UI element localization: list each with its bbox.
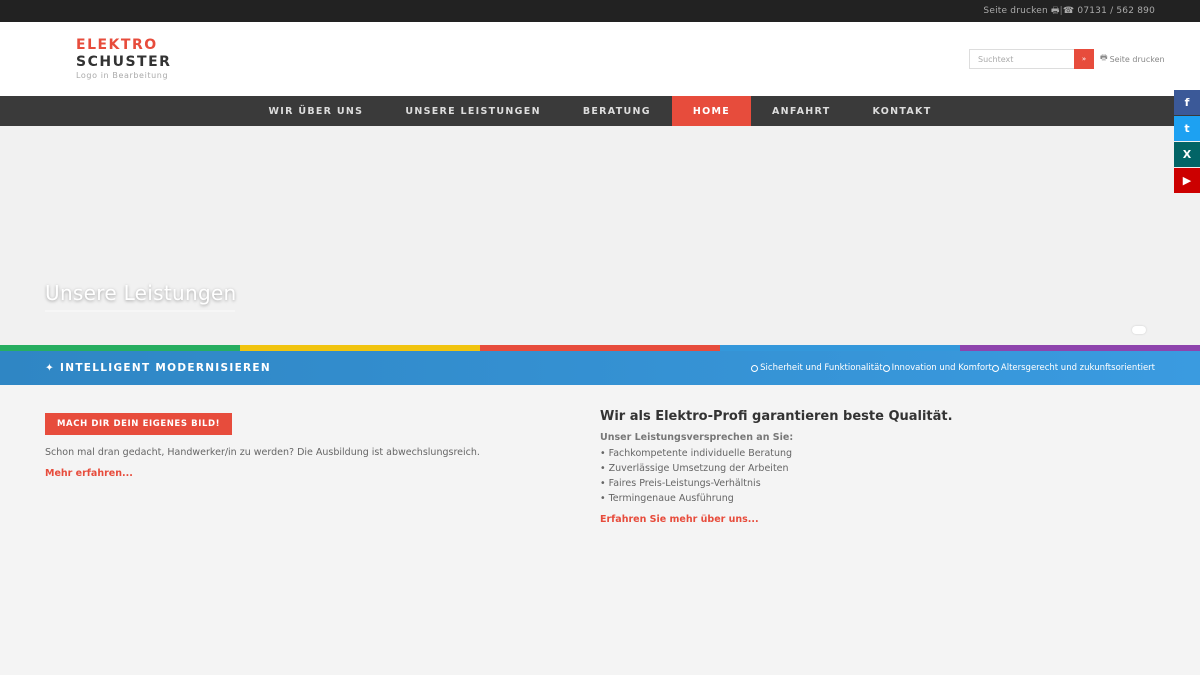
feature-list: Sicherheit und Funktionalität Innovation… bbox=[751, 363, 1155, 373]
feature-bar-title: ✦ INTELLIGENT MODERNISIEREN bbox=[45, 362, 271, 374]
promise-list: • Fachkompetente individuelle Beratung •… bbox=[600, 446, 1160, 506]
top-print-link[interactable]: Seite drucken bbox=[983, 6, 1047, 16]
social-sidebar: f t X ▶ bbox=[1174, 90, 1200, 194]
nav-unsere-leistungen[interactable]: UNSERE LEISTUNGEN bbox=[384, 96, 562, 126]
header-print-link[interactable]: 🖶 Seite drucken bbox=[1100, 52, 1165, 66]
apprenticeship-text: Schon mal dran gedacht, Handwerker/in zu… bbox=[45, 447, 480, 458]
feature-label: Innovation und Komfort bbox=[891, 363, 992, 373]
quality-section: Wir als Elektro-Profi garantieren beste … bbox=[600, 409, 1160, 525]
top-bar: Seite drucken 🖶|☎ 07131 / 562 890 bbox=[0, 0, 1200, 22]
circle-icon bbox=[882, 364, 890, 372]
apprenticeship-section: MACH DIR DEIN EIGENES BILD! Schon mal dr… bbox=[45, 411, 545, 479]
nav-beratung[interactable]: BERATUNG bbox=[562, 96, 672, 126]
printer-icon: 🖶 bbox=[1050, 6, 1060, 16]
top-contact: Seite drucken 🖶|☎ 07131 / 562 890 bbox=[983, 3, 1155, 19]
printer-icon: 🖶 bbox=[1100, 53, 1108, 62]
nav-home[interactable]: HOME bbox=[671, 96, 752, 126]
logo-line-2: SCHUSTER bbox=[76, 54, 172, 70]
feature-bar: ✦ INTELLIGENT MODERNISIEREN Sicherheit u… bbox=[0, 351, 1200, 385]
twitter-icon[interactable]: t bbox=[1174, 116, 1200, 141]
search-input[interactable] bbox=[969, 49, 1074, 69]
logo-line-1: ELEKTRO bbox=[76, 37, 158, 53]
feature-label: Sicherheit und Funktionalität bbox=[760, 363, 883, 373]
header-print-label: Seite drucken bbox=[1109, 54, 1165, 64]
phone-icon: ☎ bbox=[1062, 6, 1075, 16]
slider-dot[interactable] bbox=[1132, 326, 1146, 334]
main-nav: WIR ÜBER UNS UNSERE LEISTUNGEN BERATUNG … bbox=[0, 96, 1200, 126]
hero-underline bbox=[45, 310, 235, 312]
feature-item: Innovation und Komfort bbox=[882, 363, 992, 373]
nav-kontakt[interactable]: KONTAKT bbox=[852, 96, 953, 126]
youtube-icon[interactable]: ▶ bbox=[1174, 168, 1200, 193]
promise-title: Unser Leistungsversprechen an Sie: bbox=[600, 432, 794, 443]
more-link[interactable]: Mehr erfahren... bbox=[45, 468, 545, 479]
hero-title: Unsere Leistungen bbox=[45, 281, 237, 305]
feature-label: Altersgerecht und zukunftsorientiert bbox=[1000, 363, 1155, 373]
feature-item: Altersgerecht und zukunftsorientiert bbox=[991, 363, 1155, 373]
about-link[interactable]: Erfahren Sie mehr über uns... bbox=[600, 514, 1160, 525]
quality-heading: Wir als Elektro-Profi garantieren beste … bbox=[600, 409, 953, 424]
nav-anfahrt[interactable]: ANFAHRT bbox=[751, 96, 851, 126]
nav-wir-ueber-uns[interactable]: WIR ÜBER UNS bbox=[248, 96, 385, 126]
list-item: • Faires Preis-Leistungs-Verhältnis bbox=[600, 478, 761, 489]
list-item: • Fachkompetente individuelle Beratung bbox=[600, 448, 793, 459]
circle-icon bbox=[991, 364, 999, 372]
list-item: • Zuverlässige Umsetzung der Arbeiten bbox=[600, 463, 789, 474]
site-header: ELEKTRO SCHUSTER Logo in Bearbeitung » 🖶… bbox=[0, 22, 1200, 96]
logo[interactable]: ELEKTRO SCHUSTER Logo in Bearbeitung bbox=[76, 37, 171, 81]
facebook-icon[interactable]: f bbox=[1174, 90, 1200, 115]
cta-button[interactable]: MACH DIR DEIN EIGENES BILD! bbox=[45, 413, 233, 435]
xing-icon[interactable]: X bbox=[1174, 142, 1200, 167]
circle-icon bbox=[751, 364, 759, 372]
feature-item: Sicherheit und Funktionalität bbox=[751, 363, 883, 373]
search-button[interactable]: » bbox=[1074, 49, 1094, 69]
list-item: • Termingenaue Ausführung bbox=[600, 493, 734, 504]
logo-subtitle: Logo in Bearbeitung bbox=[76, 71, 169, 80]
search-area: » 🖶 Seite drucken bbox=[969, 49, 1165, 69]
hero-slider: Unsere Leistungen bbox=[0, 126, 1200, 345]
top-phone[interactable]: 07131 / 562 890 bbox=[1077, 6, 1155, 16]
